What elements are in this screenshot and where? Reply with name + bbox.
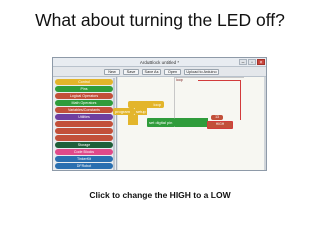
palette-item-math-operators[interactable]: Math Operators [55,100,113,106]
program-block[interactable]: program [113,108,135,115]
pin-number-block[interactable]: 13 [211,115,223,120]
canvas-divider [174,77,175,123]
canvas-scrollbar[interactable] [264,77,266,170]
palette-item-tinkerkit[interactable]: TinkerKit [55,156,113,162]
connector-line [240,80,241,120]
palette-scrollbar[interactable] [113,78,115,170]
window-title: ArduBlock untitled * [53,58,266,67]
palette-item-pins[interactable]: Pins [55,86,113,92]
connector-line [198,80,240,81]
program-block-body [128,115,138,125]
setup-block[interactable]: setup [135,108,147,115]
palette-item[interactable] [55,121,113,127]
pin-state-block[interactable]: HIGH [207,121,233,129]
loop-label: loop [176,78,183,82]
upload-to-arduino-button[interactable]: Upload to Arduino [184,69,219,75]
palette-item-logical-operators[interactable]: Logical Operators [55,93,113,99]
instruction-caption: Click to change the HIGH to a LOW [89,190,231,200]
maximize-button[interactable]: ▫ [248,59,256,66]
toolbar: New Save Save As Open Upload to Arduino [53,67,266,77]
palette-item-dfrobot[interactable]: DFRobot [55,163,113,169]
new-button[interactable]: New [104,69,120,75]
save-as-button[interactable]: Save As [142,69,161,75]
open-button[interactable]: Open [164,69,181,75]
loop-block-label: loop [153,102,161,107]
block-palette: Control Pins Logical Operators Math Oper… [53,77,117,170]
palette-item-variables-constants[interactable]: Variables/Constants [55,107,113,113]
palette-item[interactable] [55,135,113,141]
palette-item-utilities[interactable]: Utilities [55,114,113,120]
minimize-button[interactable]: – [239,59,247,66]
block-canvas[interactable]: loop loop program setup set digital pin … [113,77,266,170]
palette-item[interactable] [55,128,113,134]
slide-title: What about turning the LED off? [35,10,285,30]
palette-item-storage[interactable]: Storage [55,142,113,148]
save-button[interactable]: Save [123,69,139,75]
set-digital-pin-block-body [175,118,208,127]
set-digital-pin-block[interactable]: set digital pin [147,118,175,127]
close-button[interactable]: × [257,59,265,66]
window-controls: – ▫ × [239,59,265,66]
ardublock-window: ArduBlock untitled * – ▫ × New Save Save… [52,57,267,171]
loop-block[interactable]: loop [128,101,164,108]
palette-item-control[interactable]: Control [55,79,113,85]
palette-item-code-blocks[interactable]: Code Blocks [55,149,113,155]
